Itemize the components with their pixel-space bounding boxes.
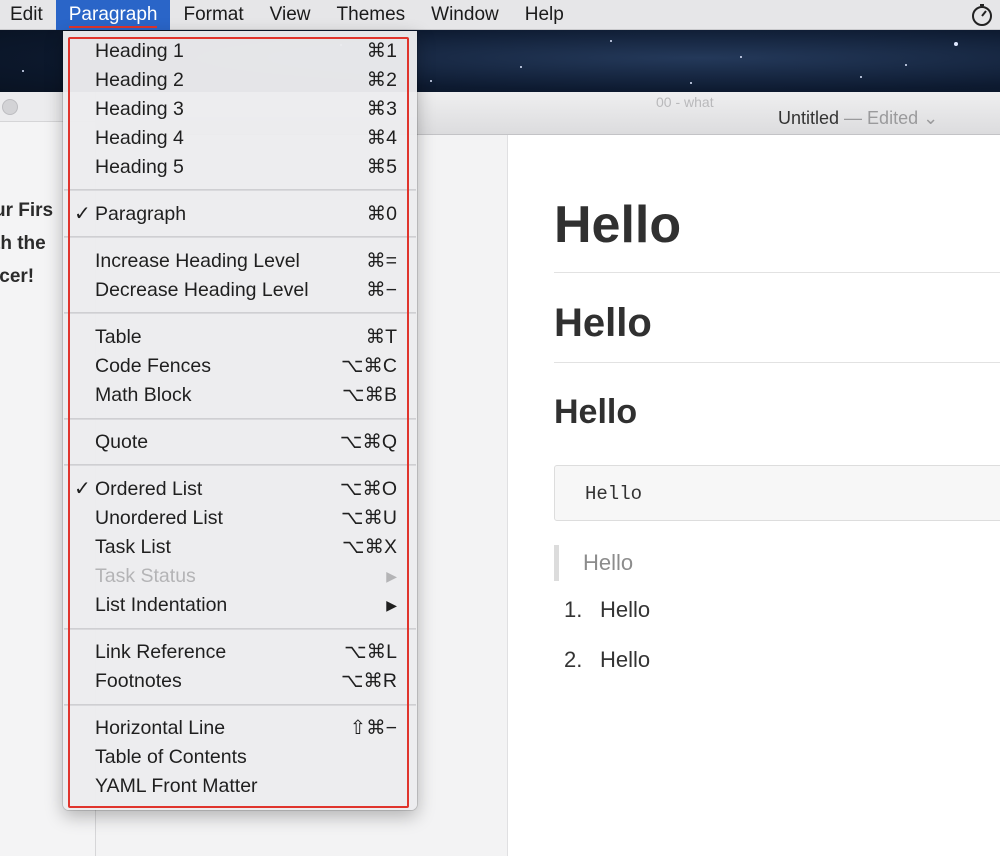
shortcut-label: ⌥⌘R: [340, 670, 397, 692]
menu-bar: Edit Paragraph Format View Themes Window…: [0, 0, 1000, 30]
list-number: 2.: [564, 647, 583, 672]
menu-item-link-reference[interactable]: Link Reference ⌥⌘L: [95, 638, 397, 667]
menu-item-unordered-list[interactable]: Unordered List ⌥⌘U: [95, 504, 397, 533]
list-item-text: Hello: [600, 647, 651, 672]
menu-separator: [64, 418, 416, 420]
menu-item-quote[interactable]: Quote ⌥⌘Q: [95, 428, 397, 457]
document-title[interactable]: Untitled — Edited ⌄: [778, 108, 938, 129]
menu-item-horizontal-line[interactable]: Horizontal Line ⇧⌘−: [95, 714, 397, 743]
sidebar-text-line: icer!: [0, 266, 35, 287]
menu-item-heading-1[interactable]: Heading 1 ⌘1: [95, 37, 397, 66]
heading-1[interactable]: Hello: [554, 195, 681, 255]
edited-status: Edited: [867, 108, 919, 128]
shortcut-label: ⌘1: [366, 40, 397, 62]
heading-3[interactable]: Hello: [554, 393, 637, 432]
shortcut-label: ⇧⌘−: [349, 717, 397, 739]
menu-item-increase-heading-level[interactable]: Increase Heading Level ⌘=: [95, 247, 397, 276]
menu-item-footnotes[interactable]: Footnotes ⌥⌘R: [95, 667, 397, 696]
shortcut-label: ⌘4: [366, 127, 397, 149]
menu-item-task-list[interactable]: Task List ⌥⌘X: [95, 533, 397, 562]
menu-edit[interactable]: Edit: [0, 0, 56, 30]
menu-help[interactable]: Help: [512, 0, 577, 30]
shortcut-label: ⌘2: [366, 69, 397, 91]
list-number: 1.: [564, 597, 583, 622]
menu-item-heading-5[interactable]: Heading 5 ⌘5: [95, 153, 397, 182]
code-block[interactable]: Hello: [554, 465, 1000, 521]
menu-item-yaml-front-matter[interactable]: YAML Front Matter: [95, 772, 397, 801]
menu-item-math-block[interactable]: Math Block ⌥⌘B: [95, 381, 397, 410]
menu-item-table[interactable]: Table ⌘T: [95, 323, 397, 352]
submenu-arrow-icon: ▶: [386, 568, 397, 584]
menu-format[interactable]: Format: [170, 0, 256, 30]
menu-item-heading-3[interactable]: Heading 3 ⌘3: [95, 95, 397, 124]
shortcut-label: ⌥⌘C: [340, 355, 397, 377]
menu-themes[interactable]: Themes: [324, 0, 419, 30]
shortcut-label: ⌥⌘U: [340, 507, 397, 529]
checkmark-icon: ✓: [74, 478, 91, 500]
menu-item-list-indentation[interactable]: List Indentation ▶: [95, 591, 397, 620]
shortcut-label: ⌘=: [366, 250, 397, 272]
menu-item-code-fences[interactable]: Code Fences ⌥⌘C: [95, 352, 397, 381]
menu-item-table-of-contents[interactable]: Table of Contents: [95, 743, 397, 772]
heading-divider: [554, 362, 1000, 363]
shortcut-label: ⌥⌘O: [339, 478, 397, 500]
menu-item-heading-4[interactable]: Heading 4 ⌘4: [95, 124, 397, 153]
shortcut-label: ⌘−: [366, 279, 397, 301]
menu-item-ordered-list[interactable]: ✓ Ordered List ⌥⌘O: [74, 475, 397, 504]
sidebar-text-line: th the: [0, 233, 46, 254]
stopwatch-icon[interactable]: [970, 3, 994, 27]
menu-separator: [64, 704, 416, 706]
chevron-down-icon: ⌄: [923, 108, 939, 128]
submenu-arrow-icon: ▶: [386, 597, 397, 613]
menu-separator: [64, 236, 416, 238]
faint-window-title: 00 - what: [656, 94, 714, 110]
menu-view[interactable]: View: [257, 0, 324, 30]
shortcut-label: ⌘3: [366, 98, 397, 120]
checkmark-icon: ✓: [74, 203, 91, 225]
ordered-list-item[interactable]: 2. Hello: [564, 647, 650, 673]
menu-window[interactable]: Window: [418, 0, 512, 30]
blockquote[interactable]: Hello: [554, 545, 633, 581]
shortcut-label: ⌘T: [365, 326, 397, 348]
menu-item-heading-2[interactable]: Heading 2 ⌘2: [95, 66, 397, 95]
menu-separator: [64, 189, 416, 191]
shortcut-label: ⌘5: [366, 156, 397, 178]
shortcut-label: ⌥⌘X: [342, 536, 397, 558]
menu-item-task-status: Task Status ▶: [95, 562, 397, 591]
heading-2[interactable]: Hello: [554, 301, 652, 346]
shortcut-label: ⌥⌘Q: [339, 431, 397, 453]
editor-content[interactable]: Hello Hello Hello Hello Hello 1. Hello 2.…: [508, 135, 1000, 856]
sidebar-text-line: ur Firs: [0, 200, 54, 221]
menu-separator: [64, 628, 416, 630]
menu-separator: [64, 312, 416, 314]
ordered-list-item[interactable]: 1. Hello: [564, 597, 650, 623]
shortcut-label: ⌘0: [366, 203, 397, 225]
menu-separator: [64, 464, 416, 466]
menu-paragraph[interactable]: Paragraph: [55, 0, 171, 30]
shortcut-label: ⌥⌘L: [344, 641, 397, 663]
list-item-text: Hello: [600, 597, 651, 622]
title-separator: —: [839, 108, 868, 128]
document-name: Untitled: [778, 108, 840, 128]
shortcut-label: ⌥⌘B: [342, 384, 397, 406]
menu-item-paragraph[interactable]: ✓ Paragraph ⌘0: [74, 200, 397, 229]
window-control-icon[interactable]: [2, 99, 18, 115]
heading-divider: [554, 272, 1000, 273]
menu-item-decrease-heading-level[interactable]: Decrease Heading Level ⌘−: [95, 276, 397, 305]
